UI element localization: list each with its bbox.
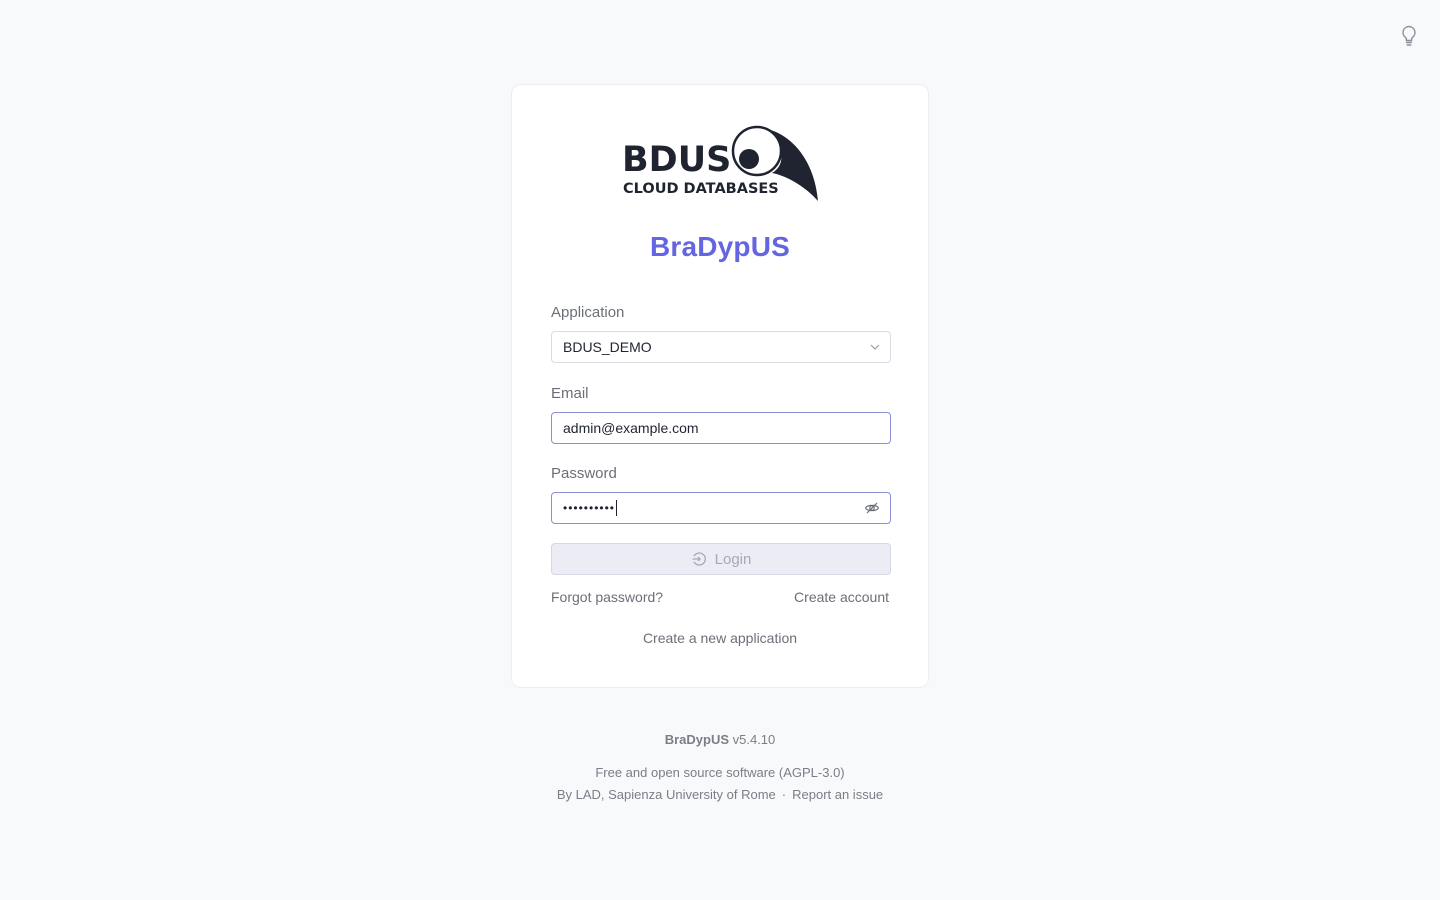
application-select[interactable]: BDUS_DEMO — [551, 331, 891, 363]
report-issue-link[interactable]: Report an issue — [792, 787, 883, 802]
application-label: Application — [551, 304, 625, 321]
forgot-password-link[interactable]: Forgot password? — [551, 589, 663, 605]
login-button[interactable]: Login — [551, 543, 891, 575]
create-application-link: Create a new application — [512, 630, 928, 646]
lightbulb-icon — [1402, 25, 1416, 46]
password-field[interactable]: •••••••••• — [551, 492, 891, 524]
theme-toggle-button[interactable] — [1397, 24, 1421, 48]
app-title: BraDypUS — [649, 231, 791, 262]
license-text: Free and open source software (AGPL-3.0) — [595, 765, 845, 780]
svg-text:BDUS: BDUS — [622, 140, 731, 180]
create-account-link[interactable]: Create account — [794, 589, 889, 605]
create-application-link-text[interactable]: Create a new application — [643, 630, 797, 646]
footer-version: v5.4.10 — [732, 732, 776, 747]
login-button-label: Login — [714, 550, 752, 568]
password-field-value: •••••••••• — [563, 501, 616, 515]
text-caret — [616, 500, 618, 516]
credits-line: By LAD, Sapienza University of Rome · Repo… — [0, 787, 1440, 802]
footer-separator: · — [781, 787, 787, 802]
credits-link[interactable]: By LAD, Sapienza University of Rome — [557, 787, 776, 802]
chevron-down-icon — [870, 344, 880, 350]
login-icon — [692, 552, 706, 566]
svg-text:CLOUD DATABASES: CLOUD DATABASES — [623, 181, 779, 197]
application-select-value: BDUS_DEMO — [563, 339, 652, 355]
email-field[interactable]: admin@example.com — [551, 412, 891, 444]
eye-off-icon[interactable] — [864, 500, 880, 516]
login-card: BDUS CLOUD DATABASES BraDypUS Applicatio… — [511, 84, 929, 688]
password-label: Password — [551, 465, 617, 482]
bdus-logo: BDUS CLOUD DATABASES — [622, 125, 818, 201]
footer-product-name: BraDypUS — [664, 732, 729, 747]
email-field-value: admin@example.com — [563, 420, 699, 436]
email-label: Email — [551, 385, 589, 402]
version-info: BraDypUS v5.4.10 — [0, 732, 1440, 747]
